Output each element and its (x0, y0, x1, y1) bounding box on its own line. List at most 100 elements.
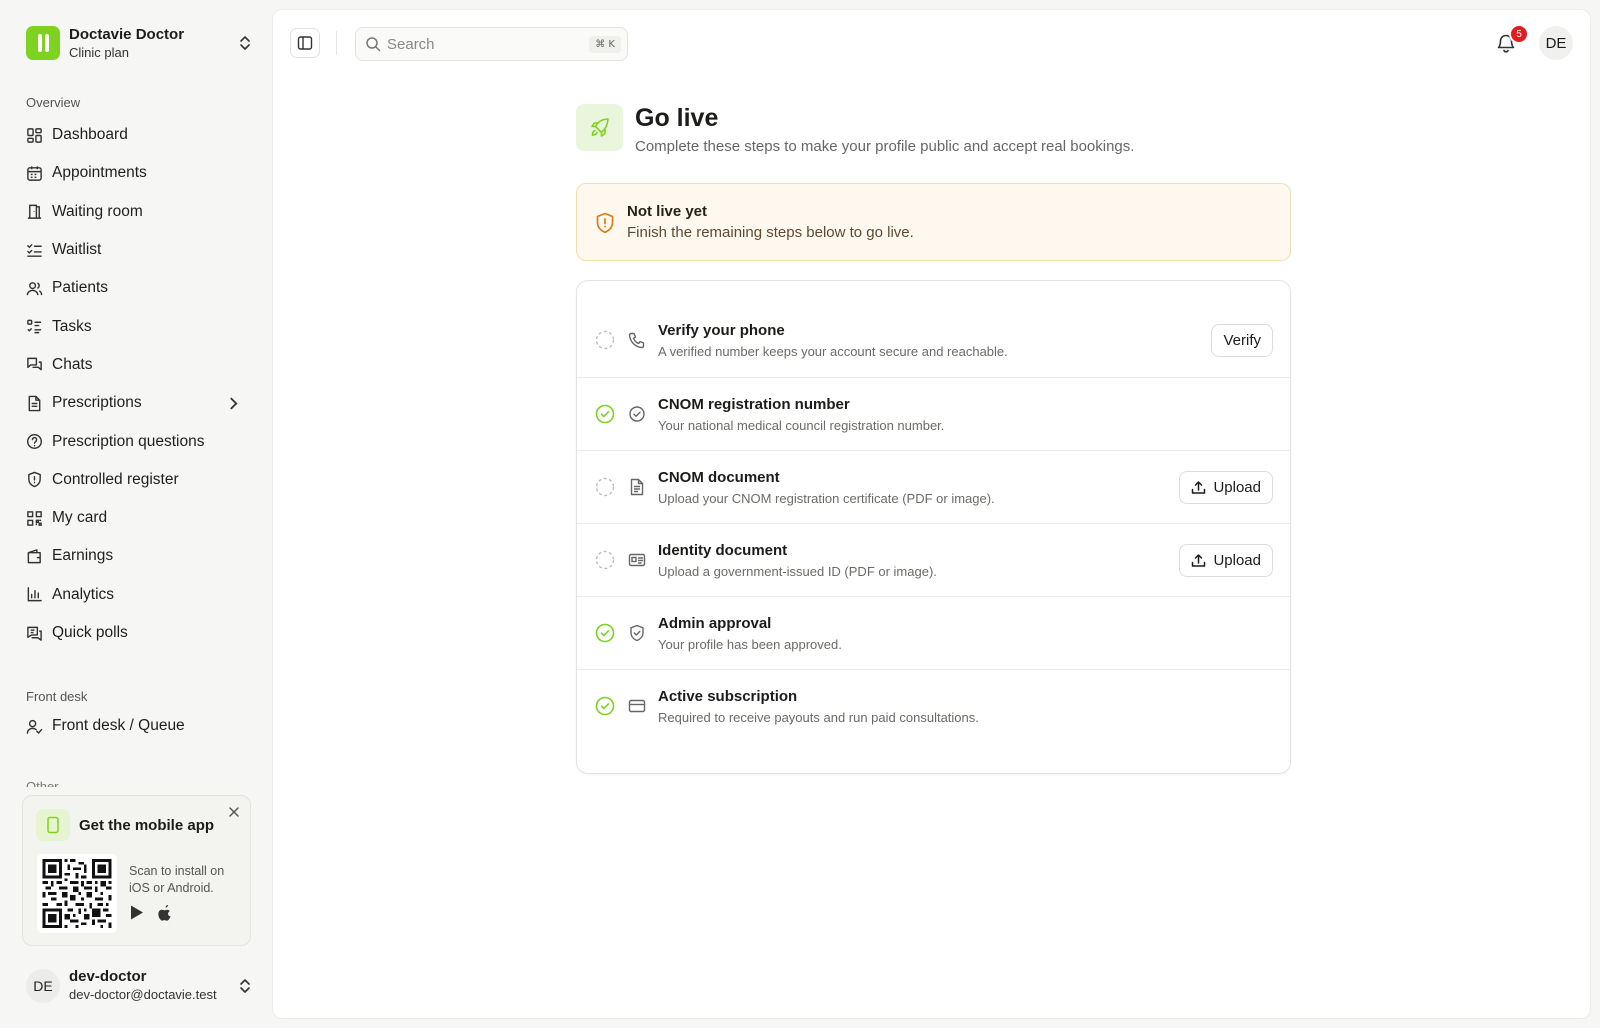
search-icon (366, 37, 381, 52)
avatar: DE (26, 969, 60, 1003)
badge-check-icon (629, 406, 645, 422)
document-icon (630, 478, 644, 496)
help-circle-icon (26, 434, 43, 450)
rocket-icon (576, 104, 623, 151)
qr-code (37, 854, 117, 933)
pending-circle-icon (595, 330, 615, 350)
users-icon (26, 281, 43, 296)
sidebar-item-label: Earnings (52, 547, 114, 565)
search-input[interactable]: Search ⌘ K (355, 27, 628, 61)
user-check-icon (26, 719, 43, 734)
org-switcher[interactable]: Doctavie Doctor Clinic plan (26, 25, 252, 61)
bar-chart-icon (27, 587, 42, 602)
verify-button[interactable]: Verify (1211, 324, 1273, 357)
upload-icon (1192, 554, 1206, 567)
dashboard-icon (27, 127, 42, 143)
status-alert: Not live yet Finish the remaining steps … (576, 183, 1291, 261)
close-icon[interactable] (228, 806, 240, 818)
mobile-app-card: Get the mobile app Scan to install on iO… (22, 795, 251, 946)
sidebar: Doctavie Doctor Clinic plan Overview Das… (0, 0, 272, 1028)
step-description: A verified number keeps your account sec… (658, 344, 1008, 359)
step-title: Identity document (658, 542, 788, 559)
sidebar-item-front-desk-queue[interactable]: Front desk / Queue (22, 707, 252, 745)
org-name: Doctavie Doctor (69, 25, 185, 43)
page-title: Go live (635, 104, 719, 132)
list-item: CNOM registration number Your national m… (577, 377, 1290, 450)
panel-left-icon (297, 36, 313, 50)
sidebar-item-prescription-questions[interactable]: Prescription questions (22, 422, 252, 460)
google-play-icon[interactable] (129, 904, 145, 921)
sidebar-item-label: Front desk / Queue (52, 717, 185, 735)
upload-identity-button[interactable]: Upload (1179, 544, 1273, 577)
sidebar-item-prescriptions[interactable]: Prescriptions (22, 384, 252, 422)
step-title: Active subscription (658, 688, 798, 705)
credit-card-icon (628, 699, 646, 713)
avatar[interactable]: DE (1539, 26, 1573, 60)
org-plan: Clinic plan (69, 44, 129, 60)
sidebar-item-label: Dashboard (52, 126, 128, 144)
section-label-other: Other (26, 779, 59, 787)
list-checks-icon (27, 243, 42, 257)
sidebar-item-quick-polls[interactable]: Quick polls (22, 614, 252, 652)
upload-icon (1192, 481, 1206, 494)
smartphone-icon (36, 809, 70, 841)
chevron-right-icon (230, 397, 238, 410)
sidebar-item-earnings[interactable]: Earnings (22, 537, 252, 575)
store-links (129, 904, 173, 921)
sidebar-item-chats[interactable]: Chats (22, 346, 252, 384)
sidebar-item-dashboard[interactable]: Dashboard (22, 116, 252, 154)
door-icon (27, 204, 42, 220)
sidebar-item-label: Tasks (52, 317, 92, 335)
section-label-front-desk: Front desk (26, 689, 88, 704)
search-placeholder: Search (387, 35, 435, 53)
wallet-icon (27, 549, 41, 564)
sidebar-item-patients[interactable]: Patients (22, 269, 252, 307)
file-icon (28, 395, 41, 412)
upload-label: Upload (1213, 552, 1261, 569)
sidebar-item-label: Waiting room (52, 202, 143, 220)
steps-list: Verify your phone A verified number keep… (576, 280, 1291, 774)
step-title: CNOM registration number (658, 396, 850, 413)
sidebar-toggle-button[interactable] (290, 28, 320, 58)
shield-check-icon (630, 624, 644, 642)
sidebar-item-my-card[interactable]: My card (22, 499, 252, 537)
sidebar-item-tasks[interactable]: Tasks (22, 307, 252, 345)
chevrons-up-down-icon (240, 979, 250, 993)
step-description: Upload a government-issued ID (PDF or im… (658, 564, 937, 579)
id-card-icon (628, 553, 646, 567)
mobile-app-scan-text: Scan to install on iOS or Android. (129, 864, 225, 895)
sidebar-item-label: Appointments (52, 164, 147, 182)
shield-alert-icon (596, 212, 614, 234)
sidebar-item-label: Quick polls (52, 624, 128, 641)
list-item: Identity document Upload a government-is… (577, 523, 1290, 596)
search-shortcut: ⌘ K (589, 36, 621, 53)
alert-title: Not live yet (627, 203, 708, 220)
step-description: Your profile has been approved. (658, 637, 842, 652)
sidebar-item-label: Waitlist (52, 241, 102, 259)
step-description: Required to receive payouts and run paid… (658, 710, 979, 725)
step-description: Your national medical council registrati… (658, 418, 945, 433)
list-item: Verify your phone A verified number keep… (577, 304, 1290, 377)
page-subtitle: Complete these steps to make your profil… (635, 138, 1135, 155)
upload-cnom-button[interactable]: Upload (1179, 471, 1273, 504)
main-panel: Search ⌘ K 5 DE Go live Complete these s… (272, 9, 1591, 1019)
calendar-icon (27, 166, 42, 181)
user-menu[interactable]: DE dev-doctor dev-doctor@doctavie.test (26, 966, 252, 1006)
chats-icon (27, 358, 42, 371)
step-description: Upload your CNOM registration certificat… (658, 491, 995, 506)
apple-icon[interactable] (157, 904, 173, 921)
sidebar-item-appointments[interactable]: Appointments (22, 154, 252, 192)
shield-alert-icon (28, 472, 41, 488)
list-item: Admin approval Your profile has been app… (577, 596, 1290, 669)
qr-icon (27, 510, 42, 526)
sidebar-item-label: Chats (52, 355, 93, 373)
sidebar-item-waitlist[interactable]: Waitlist (22, 231, 252, 269)
sidebar-item-waiting-room[interactable]: Waiting room (22, 193, 252, 231)
step-title: Verify your phone (658, 322, 785, 339)
toolbar-divider (336, 31, 337, 55)
sidebar-item-controlled-register[interactable]: Controlled register (22, 461, 252, 499)
sidebar-item-analytics[interactable]: Analytics (22, 576, 252, 614)
front-desk-nav: Front desk / Queue (22, 707, 252, 745)
list-item: CNOM document Upload your CNOM registrat… (577, 450, 1290, 523)
check-circle-icon (595, 623, 615, 643)
